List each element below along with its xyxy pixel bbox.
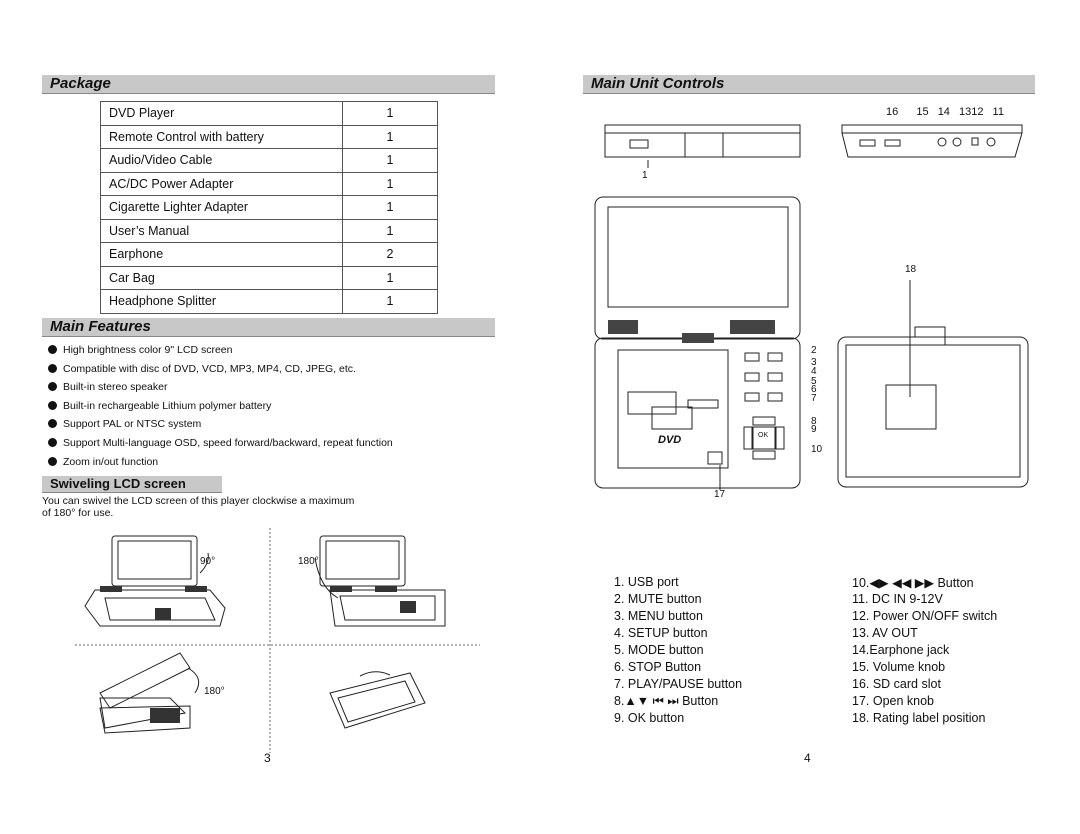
control-legend-item: 1. USB port	[614, 575, 679, 589]
control-legend-item: 11. DC IN 9-12V	[852, 592, 943, 606]
bullet-icon	[48, 382, 57, 392]
control-legend-item: 7. PLAY/PAUSE button	[614, 677, 743, 691]
item-qty: 1	[342, 148, 438, 173]
angle-label: 90°	[200, 556, 216, 567]
feature-text: Built-in rechargeable Lithium polymer ba…	[63, 399, 272, 412]
ok-label: OK	[758, 432, 769, 439]
control-legend-item: 8.▲▼ ⏮ ⏭ Button	[614, 694, 719, 708]
package-row: Car Bag 1	[100, 265, 438, 290]
item-qty: 1	[342, 124, 438, 149]
control-legend-item: 10.◀▶ ◀◀ ▶▶ Button	[852, 576, 974, 590]
callout: 11	[992, 106, 1004, 118]
package-table: DVD Player 1 Remote Control with battery 1 A…	[100, 101, 438, 314]
item-qty: 1	[342, 289, 438, 314]
callout: 10	[811, 444, 823, 455]
feature-text: Support PAL or NTSC system	[63, 418, 202, 431]
item-name: Earphone	[100, 242, 343, 267]
control-legend-item: 3. MENU button	[614, 609, 703, 623]
feature-item: Built-in rechargeable Lithium polymer ba…	[48, 400, 271, 412]
control-legend-item: 9. OK button	[614, 711, 685, 725]
bullet-icon	[48, 438, 57, 447]
control-legend-item: 17. Open knob	[852, 694, 935, 708]
callout: 1312	[959, 106, 984, 118]
callout: 16	[886, 106, 899, 118]
feature-text: Zoom in/out function	[63, 455, 159, 468]
package-row: User’s Manual 1	[100, 218, 438, 243]
item-qty: 1	[342, 218, 438, 243]
page-number: 4	[804, 751, 811, 765]
control-legend-item: 14.Earphone jack	[852, 643, 950, 657]
feature-text: High brightness color 9" LCD screen	[63, 344, 233, 356]
angle-label: 180°	[204, 686, 225, 697]
control-legend-item: 6. STOP Button	[614, 660, 702, 674]
package-row: Cigarette Lighter Adapter 1	[100, 195, 438, 220]
control-legend-item: 13. AV OUT	[852, 626, 918, 640]
bullet-icon	[48, 456, 57, 466]
bullet-icon	[48, 400, 57, 410]
callout: 9	[811, 424, 817, 435]
feature-item: Compatible with disc of DVD, VCD, MP3, M…	[48, 363, 356, 375]
item-qty: 1	[342, 195, 438, 220]
item-qty: 1	[342, 171, 438, 196]
feature-item: High brightness color 9" LCD screen	[48, 344, 232, 356]
control-legend-item: 12. Power ON/OFF switch	[852, 609, 998, 623]
control-legend-item: 18. Rating label position	[852, 711, 986, 725]
item-name: Car Bag	[100, 265, 343, 290]
swivel-text: of 180° for use.	[42, 507, 114, 519]
package-row: Remote Control with battery 1	[100, 124, 438, 149]
callout: 18	[905, 264, 917, 275]
item-name: Audio/Video Cable	[100, 148, 343, 173]
bullet-icon	[48, 345, 57, 354]
item-qty: 1	[342, 101, 438, 126]
callout-top: 16 15 14 1312 11	[886, 106, 1004, 118]
item-name: DVD Player	[100, 101, 343, 126]
feature-item: Support PAL or NTSC system	[48, 418, 201, 430]
swivel-text: You can swivel the LCD screen of this pl…	[42, 495, 355, 507]
control-legend-item: 5. MODE button	[614, 643, 704, 657]
control-legend-item: 4. SETUP button	[614, 626, 708, 640]
page-number: 3	[264, 751, 271, 765]
bullet-icon	[48, 363, 57, 373]
manual-spread: Package DVD Player 1 Remote Control with b…	[0, 0, 1080, 834]
package-row: AC/DC Power Adapter 1	[100, 171, 438, 196]
features-heading: Main Features	[42, 318, 495, 337]
feature-item: Zoom in/out function	[48, 456, 158, 468]
item-name: Remote Control with battery	[100, 124, 343, 149]
callout: 1	[642, 170, 648, 181]
controls-heading: Main Unit Controls	[583, 75, 1035, 94]
package-row: Headphone Splitter 1	[100, 289, 438, 314]
callout: 15	[916, 106, 929, 118]
item-name: AC/DC Power Adapter	[100, 171, 343, 196]
control-legend-item: 15. Volume knob	[852, 660, 946, 674]
item-name: User’s Manual	[100, 218, 343, 243]
feature-text: Built-in stereo speaker	[63, 381, 168, 394]
package-heading: Package	[42, 75, 495, 94]
callout: 14	[937, 106, 950, 118]
dvd-logo: DVD	[658, 434, 682, 446]
item-name: Cigarette Lighter Adapter	[100, 195, 343, 220]
feature-item: Built-in stereo speaker	[48, 381, 167, 393]
feature-item: Support Multi-language OSD, speed forwar…	[48, 437, 393, 449]
swivel-illustrations	[75, 528, 480, 753]
package-row: Audio/Video Cable 1	[100, 148, 438, 173]
bullet-icon	[48, 419, 57, 429]
callout: 2	[811, 345, 817, 356]
item-qty: 2	[342, 242, 438, 267]
item-name: Headphone Splitter	[100, 289, 343, 314]
callout: 7	[811, 393, 817, 404]
feature-text: Compatible with disc of DVD, VCD, MP3, M…	[63, 362, 356, 375]
control-legend-item: 16. SD card slot	[852, 677, 941, 691]
package-row: Earphone 2	[100, 242, 438, 267]
feature-text: Support Multi-language OSD, speed forwar…	[63, 437, 393, 449]
swivel-heading: Swiveling LCD screen	[42, 476, 222, 493]
angle-label: 180°	[298, 556, 319, 567]
item-qty: 1	[342, 265, 438, 290]
control-legend-item: 2. MUTE button	[614, 592, 702, 606]
callout: 17	[714, 489, 726, 500]
package-row: DVD Player 1	[100, 101, 438, 126]
